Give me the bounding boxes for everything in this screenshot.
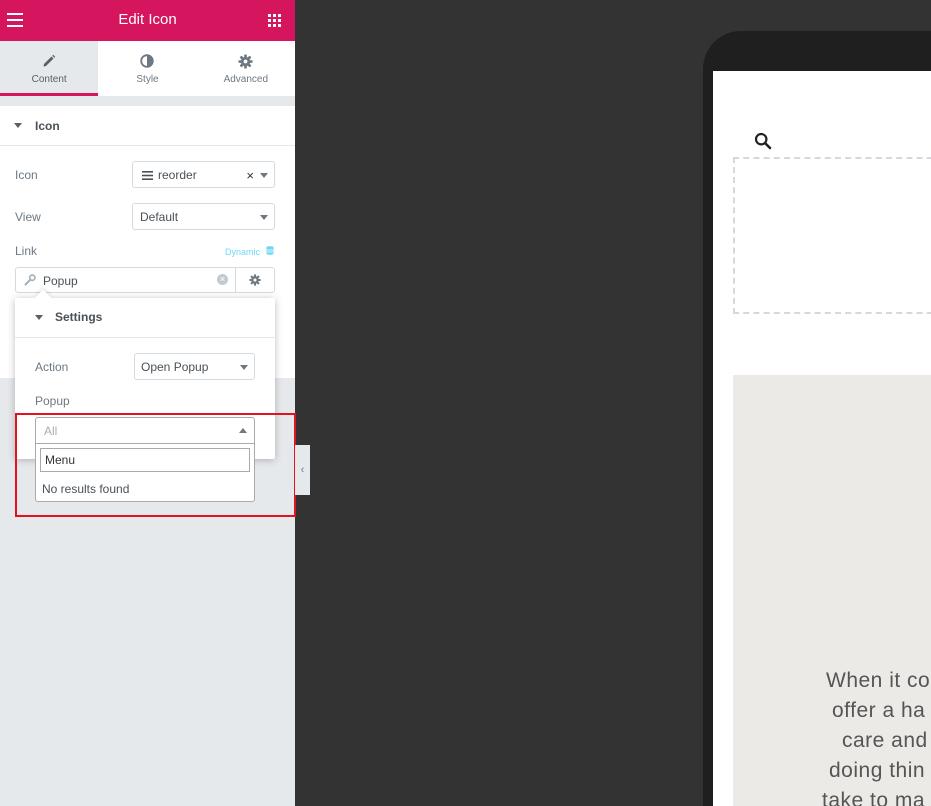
wrench-icon <box>24 274 36 286</box>
chevron-down-icon <box>240 365 248 370</box>
view-select-value: Default <box>140 210 179 224</box>
settings-title: Settings <box>55 310 103 324</box>
icon-select-value: reorder <box>158 168 197 182</box>
dynamic-tags-link[interactable]: Dynamic <box>225 247 260 257</box>
chevron-down-icon <box>260 173 268 178</box>
gear-icon <box>238 54 253 69</box>
view-select[interactable]: Default <box>132 203 275 230</box>
action-select-value: Open Popup <box>141 360 209 374</box>
link-settings-button[interactable] <box>235 267 275 293</box>
pencil-icon <box>43 54 56 67</box>
tab-style-label: Style <box>136 74 159 85</box>
panel-collapse-handle[interactable]: ‹ <box>295 445 310 495</box>
search-icon[interactable] <box>754 132 772 150</box>
database-icon[interactable] <box>266 246 274 255</box>
action-label: Action <box>35 360 69 374</box>
highlight-box <box>15 413 296 517</box>
panel-tabs: Content Style Advanced <box>0 41 295 96</box>
hero-line: When it co <box>826 669 931 692</box>
action-select[interactable]: Open Popup <box>134 353 255 380</box>
clear-icon-button[interactable]: × <box>246 168 254 183</box>
popup-label: Popup <box>35 394 70 408</box>
hero-line: care and <box>842 729 928 752</box>
hero-line: doing thin <box>829 759 926 782</box>
panel-header: Edit Icon <box>0 0 295 41</box>
hero-line: offer a ha <box>832 699 926 722</box>
gear-icon <box>249 274 261 286</box>
hero-line: take to ma <box>822 789 926 806</box>
view-label: View <box>15 210 41 224</box>
tab-content[interactable]: Content <box>0 41 99 96</box>
editor-panel: Edit Icon Content Style Advanced Icon Ic… <box>0 0 296 806</box>
section-title: Icon <box>35 119 60 133</box>
link-label: Link <box>15 244 38 258</box>
empty-widget-placeholder[interactable] <box>733 157 931 314</box>
contrast-icon <box>140 54 155 68</box>
tab-style[interactable]: Style <box>98 41 196 96</box>
link-value: Popup <box>43 274 78 288</box>
clear-circle-icon[interactable]: × <box>217 274 228 285</box>
icon-section-header[interactable]: Icon <box>0 106 295 146</box>
tab-content-label: Content <box>31 74 67 85</box>
panel-title: Edit Icon <box>118 11 177 28</box>
link-input[interactable]: Popup × <box>15 267 236 293</box>
widgets-grid-icon[interactable] <box>268 14 281 27</box>
hero-text: When it co offer a ha care and doing thi… <box>733 666 931 806</box>
caret-down-icon <box>35 315 43 320</box>
tab-advanced[interactable]: Advanced <box>197 41 295 96</box>
caret-down-icon <box>14 123 22 128</box>
reorder-icon <box>142 171 153 180</box>
hero-section: When it co offer a ha care and doing thi… <box>733 375 931 806</box>
chevron-down-icon <box>260 215 268 220</box>
icon-label: Icon <box>15 168 38 182</box>
chevron-left-icon: ‹ <box>300 464 305 476</box>
icon-select[interactable]: reorder × <box>132 161 275 188</box>
tab-advanced-label: Advanced <box>223 74 269 85</box>
settings-header[interactable]: Settings <box>15 298 275 338</box>
